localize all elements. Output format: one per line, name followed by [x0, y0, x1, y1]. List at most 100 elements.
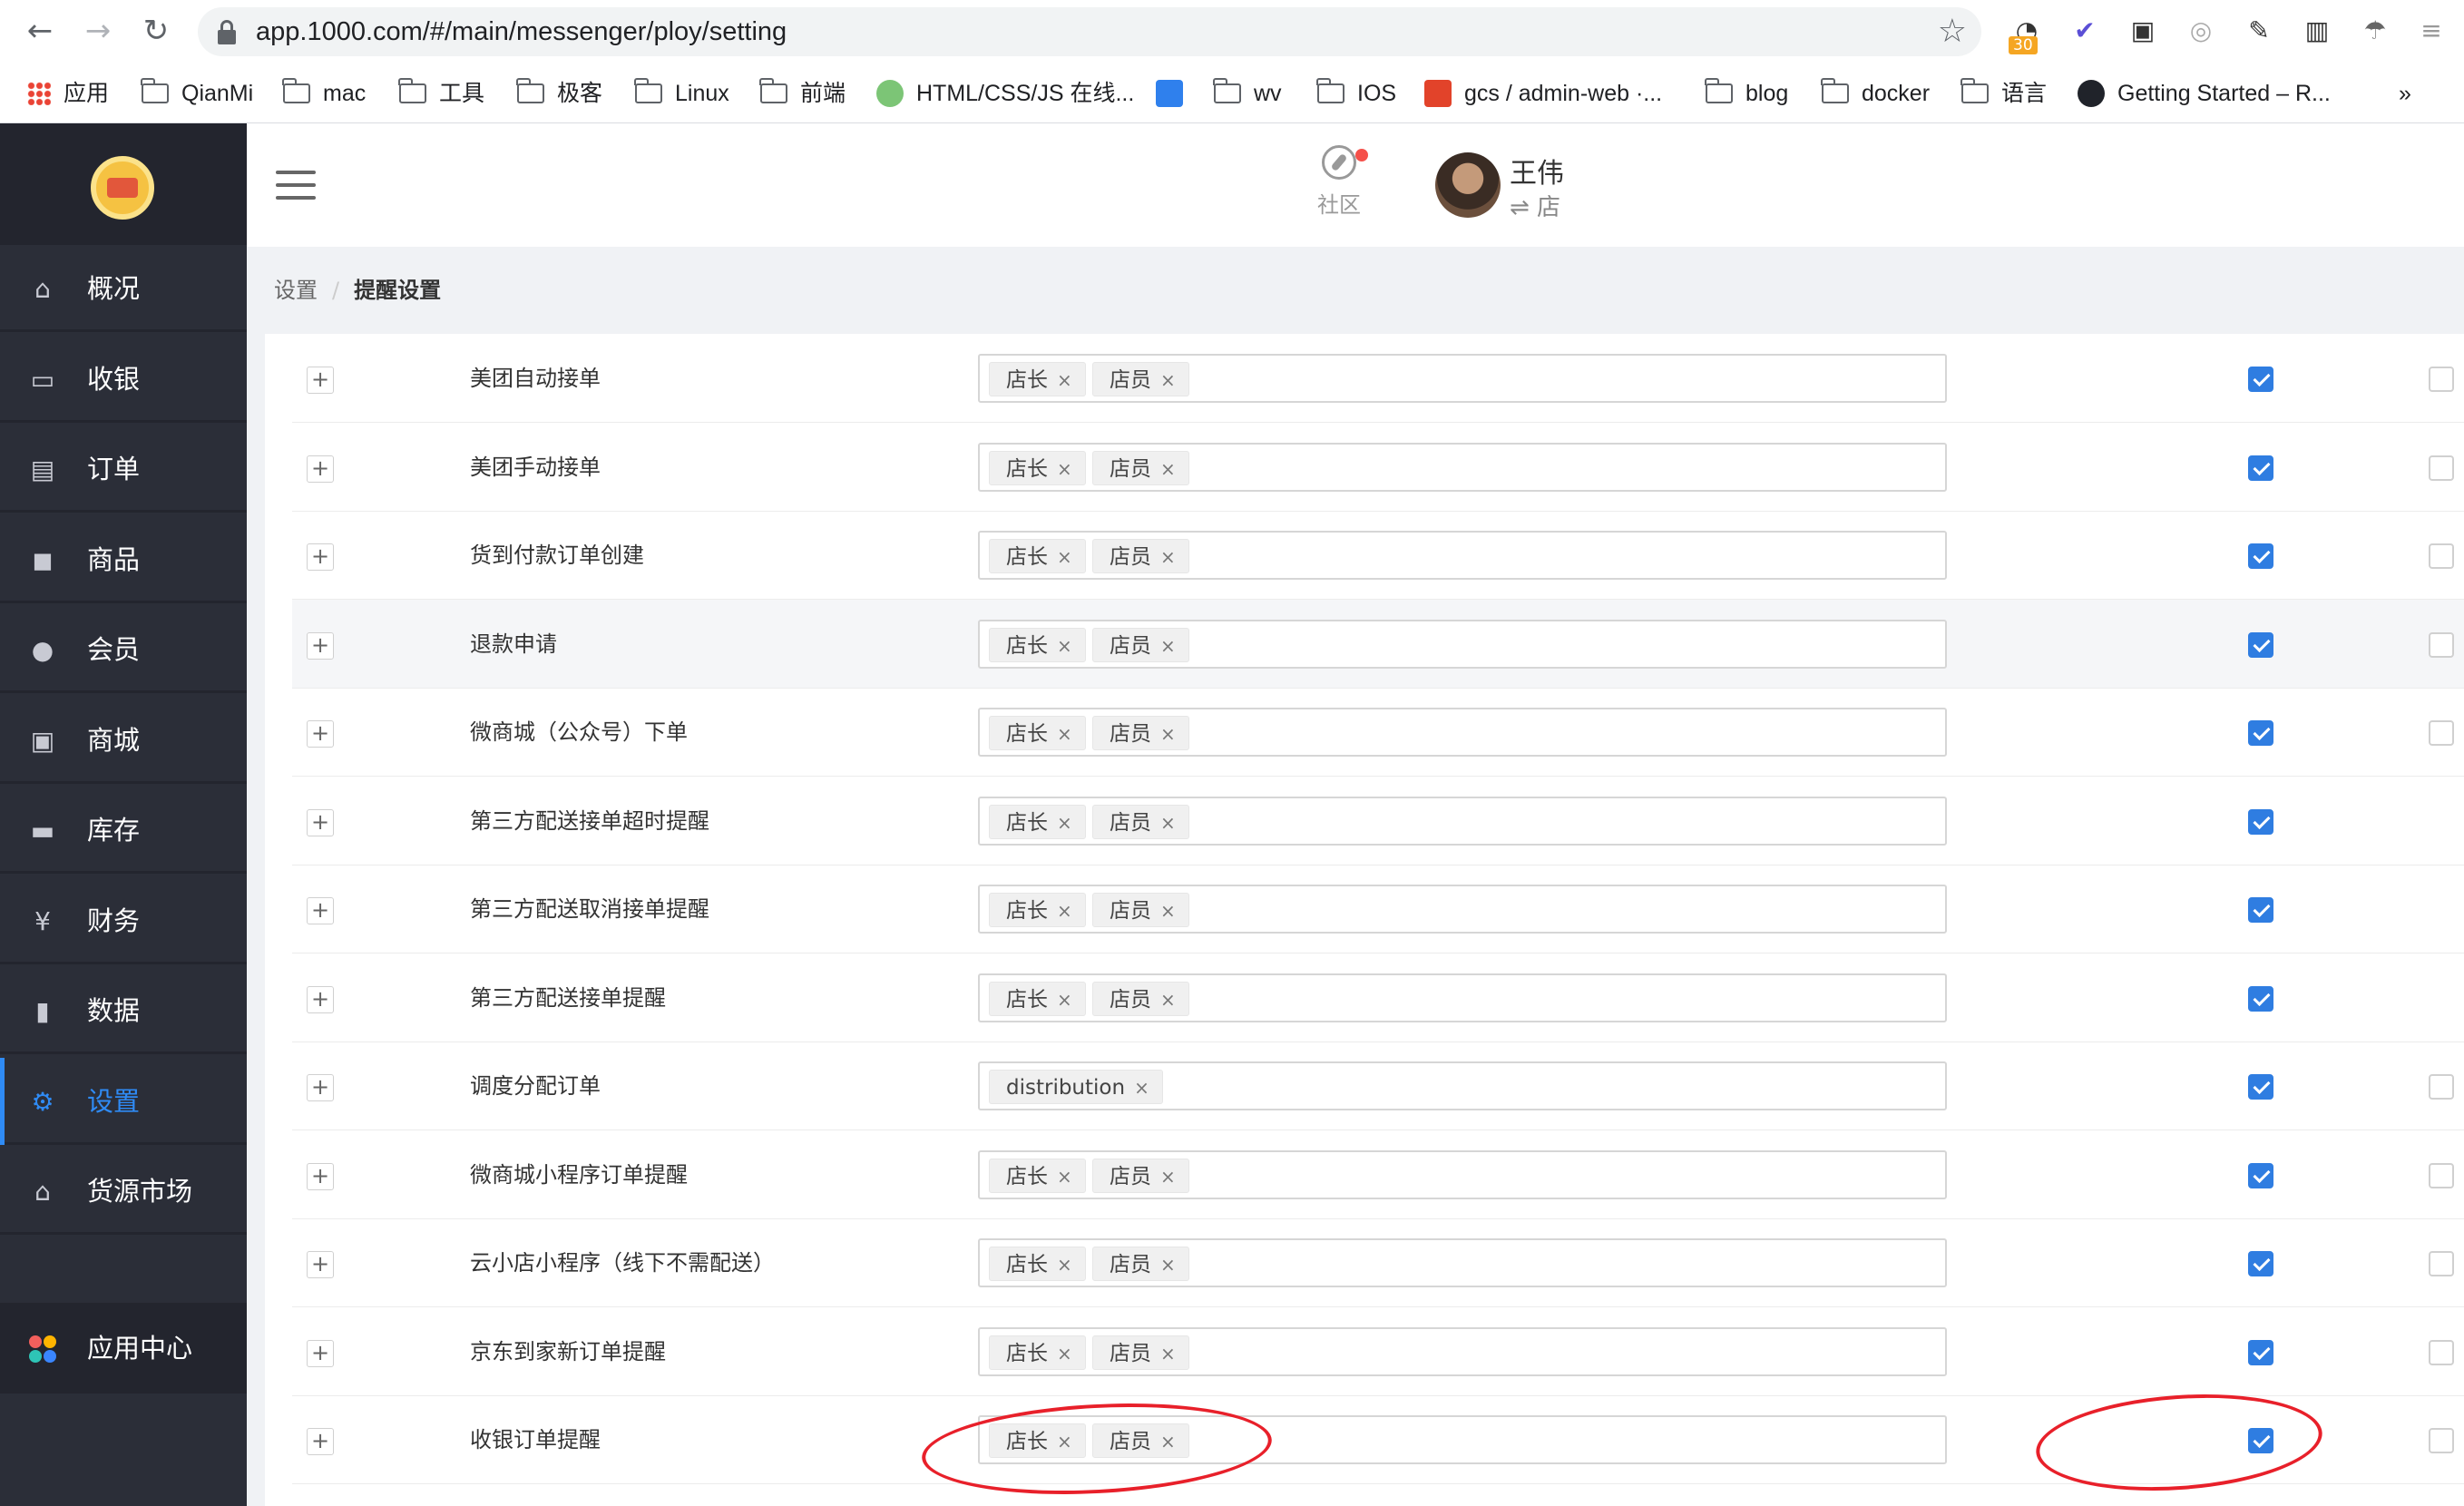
switch-store[interactable]: ⇌ 店 [1510, 189, 1560, 222]
expand-row-button[interactable]: + [307, 1339, 334, 1367]
sidebar-item-4[interactable]: ● 会员 [0, 606, 247, 693]
recipient-role-select[interactable]: 店长 × 店员 × [978, 1238, 1947, 1287]
secondary-checkbox[interactable] [2429, 1162, 2454, 1188]
enable-checkbox[interactable] [2248, 543, 2273, 569]
expand-row-button[interactable]: + [307, 1251, 334, 1278]
bookmark-html-css-js[interactable]: HTML/CSS/JS 在线... [876, 64, 1134, 123]
remove-tag-icon[interactable]: × [1057, 1254, 1072, 1276]
recipient-role-select[interactable]: 店长 × 店员 × [978, 708, 1947, 757]
bookmark-tools[interactable]: 工具 [398, 64, 484, 123]
expand-row-button[interactable]: + [307, 543, 334, 571]
expand-row-button[interactable]: + [307, 897, 334, 924]
expand-row-button[interactable]: + [307, 1162, 334, 1190]
remove-tag-icon[interactable]: × [1160, 635, 1176, 657]
enable-checkbox[interactable] [2248, 808, 2273, 835]
bookmark-geek[interactable]: 极客 [516, 64, 602, 123]
bookmark-language[interactable]: 语言 [1960, 64, 2047, 123]
expand-row-button[interactable]: + [307, 985, 334, 1013]
remove-tag-icon[interactable]: × [1160, 812, 1176, 834]
hamburger-menu-icon[interactable] [276, 171, 316, 200]
sidebar-item-6[interactable]: ▬ 库存 [0, 787, 247, 874]
sidebar-item-app-center[interactable]: 应用中心 [0, 1303, 247, 1394]
store-logo-icon[interactable] [91, 156, 154, 220]
expand-row-button[interactable]: + [307, 367, 334, 394]
recipient-role-select[interactable]: 店长 × 店员 × [978, 442, 1947, 492]
enable-checkbox[interactable] [2248, 985, 2273, 1012]
bookmarks-more[interactable]: » [2399, 64, 2411, 123]
remove-tag-icon[interactable]: × [1160, 989, 1176, 1011]
recipient-role-select[interactable]: 店长 × 店员 × [978, 885, 1947, 934]
reload-icon[interactable]: ↻ [138, 13, 174, 49]
remove-tag-icon[interactable]: × [1160, 900, 1176, 922]
remove-tag-icon[interactable]: × [1057, 900, 1072, 922]
remove-tag-icon[interactable]: × [1160, 1166, 1176, 1188]
sidebar-item-0[interactable]: ⌂ 概况 [0, 245, 247, 332]
enable-checkbox[interactable] [2248, 1074, 2273, 1100]
sidebar-item-7[interactable]: ¥ 财务 [0, 877, 247, 964]
enable-checkbox[interactable] [2248, 720, 2273, 746]
sidebar-item-8[interactable]: ▮ 数据 [0, 967, 247, 1054]
extension-icon-2[interactable]: ✔ [2067, 13, 2103, 49]
expand-row-button[interactable]: + [307, 1428, 334, 1455]
bookmark-qianmi[interactable]: QianMi [141, 64, 253, 123]
remove-tag-icon[interactable]: × [1057, 1166, 1072, 1188]
recipient-role-select[interactable]: 店长 × 店员 × [978, 619, 1947, 669]
sidebar-item-10[interactable]: ⌂ 货源市场 [0, 1148, 247, 1235]
bookmark-mail[interactable] [1156, 64, 1196, 123]
community-link[interactable]: 社区 [1303, 145, 1375, 219]
bookmark-star-icon[interactable]: ☆ [1938, 13, 1967, 50]
enable-checkbox[interactable] [2248, 367, 2273, 392]
remove-tag-icon[interactable]: × [1160, 369, 1176, 391]
expand-row-button[interactable]: + [307, 455, 334, 483]
extension-icon-3[interactable]: ▣ [2125, 13, 2161, 49]
remove-tag-icon[interactable]: × [1057, 546, 1072, 568]
enable-checkbox[interactable] [2248, 1339, 2273, 1365]
recipient-role-select[interactable]: 店长 × 店员 × [978, 1326, 1947, 1376]
enable-checkbox[interactable] [2248, 455, 2273, 481]
sidebar-item-3[interactable]: ◼ 商品 [0, 516, 247, 603]
sidebar-item-1[interactable]: ▭ 收银 [0, 336, 247, 423]
secondary-checkbox[interactable] [2429, 1339, 2454, 1365]
remove-tag-icon[interactable]: × [1057, 1343, 1072, 1364]
bookmark-ios[interactable]: IOS [1316, 64, 1396, 123]
bookmark-react[interactable]: Getting Started – R... [2078, 64, 2331, 123]
remove-tag-icon[interactable]: × [1057, 458, 1072, 480]
breadcrumb-parent[interactable]: 设置 [274, 278, 318, 303]
secondary-checkbox[interactable] [2429, 1428, 2454, 1453]
secondary-checkbox[interactable] [2429, 543, 2454, 569]
menu-icon[interactable]: ≡ [2413, 13, 2449, 49]
forward-arrow-icon[interactable]: → [80, 13, 116, 49]
expand-row-button[interactable]: + [307, 631, 334, 660]
bookmark-blog[interactable]: blog [1705, 64, 1788, 123]
bookmark-docker[interactable]: docker [1821, 64, 1930, 123]
recipient-role-select[interactable]: distribution × [978, 1061, 1947, 1110]
user-name[interactable]: 王伟 [1510, 151, 1564, 191]
recipient-role-select[interactable]: 店长 × 店员 × [978, 973, 1947, 1022]
avatar[interactable] [1435, 152, 1501, 218]
bookmark-mac[interactable]: mac [282, 64, 366, 123]
remove-tag-icon[interactable]: × [1057, 989, 1072, 1011]
bookmark-linux[interactable]: Linux [634, 64, 729, 123]
expand-row-button[interactable]: + [307, 720, 334, 748]
bookmark-wv[interactable]: wv [1213, 64, 1282, 123]
url-text[interactable]: app.1000.com/#/main/messenger/ploy/setti… [256, 7, 787, 56]
enable-checkbox[interactable] [2248, 1251, 2273, 1276]
secondary-checkbox[interactable] [2429, 367, 2454, 392]
remove-tag-icon[interactable]: × [1057, 812, 1072, 834]
remove-tag-icon[interactable]: × [1057, 635, 1072, 657]
recipient-role-select[interactable]: 店长 × 店员 × [978, 1149, 1947, 1199]
bookmark-apps[interactable]: 应用 [27, 64, 109, 123]
remove-tag-icon[interactable]: × [1134, 1077, 1149, 1099]
remove-tag-icon[interactable]: × [1057, 369, 1072, 391]
expand-row-button[interactable]: + [307, 808, 334, 836]
enable-checkbox[interactable] [2248, 897, 2273, 923]
bookmark-frontend[interactable]: 前端 [759, 64, 846, 123]
back-arrow-icon[interactable]: ← [22, 13, 58, 49]
remove-tag-icon[interactable]: × [1160, 1254, 1176, 1276]
remove-tag-icon[interactable]: × [1160, 458, 1176, 480]
remove-tag-icon[interactable]: × [1057, 723, 1072, 745]
secondary-checkbox[interactable] [2429, 1251, 2454, 1276]
secondary-checkbox[interactable] [2429, 631, 2454, 658]
secondary-checkbox[interactable] [2429, 455, 2454, 481]
sidebar-item-9[interactable]: ⚙ 设置 [0, 1057, 247, 1145]
